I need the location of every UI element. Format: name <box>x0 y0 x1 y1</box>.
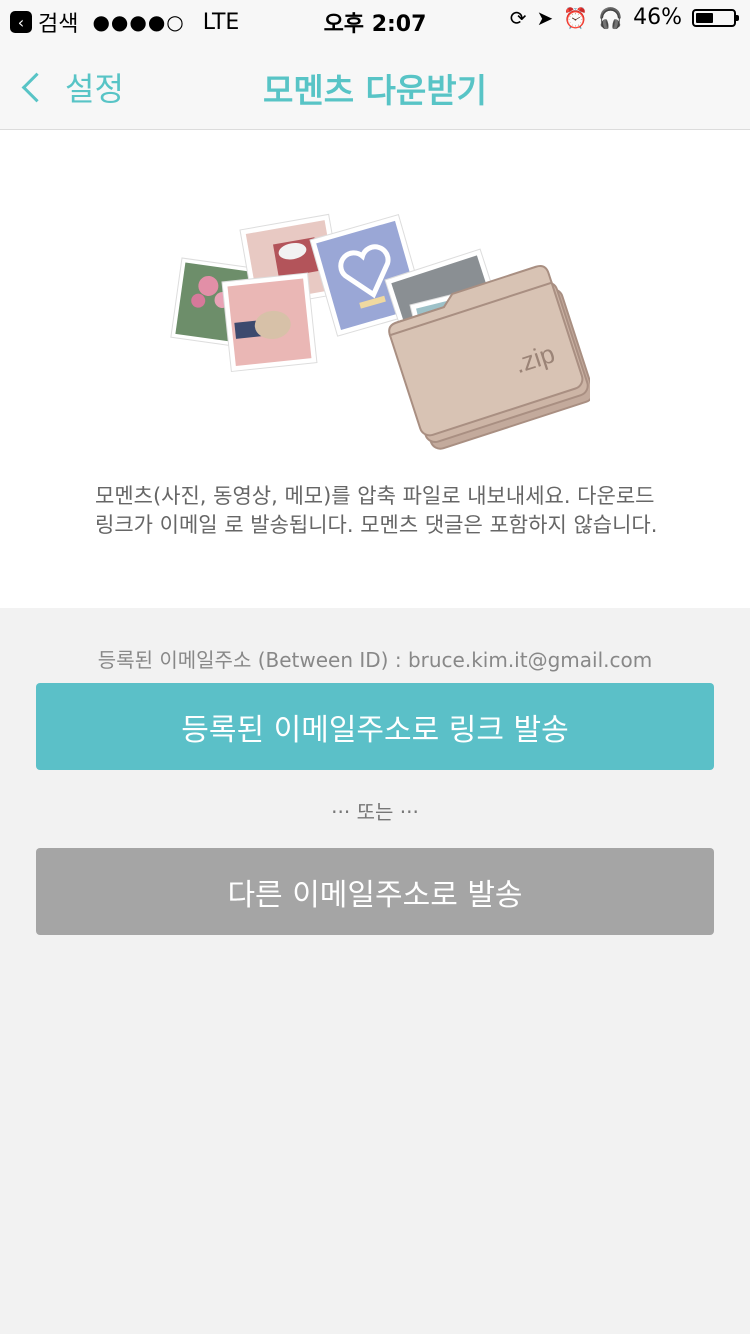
or-divider: ··· 또는 ··· <box>331 800 419 824</box>
export-description: 모멘츠(사진, 동영상, 메모)를 압축 파일로 내보내세요. 다운로드 링크가… <box>95 484 658 537</box>
status-bar: ‹ 검색 ●●●●○ LTE 오후 2:07 ⟳ ➤ ⏰ 🎧 46% <box>0 0 750 40</box>
battery-icon <box>692 8 739 27</box>
registered-email-label: 등록된 이메일주소 (Between ID) : <box>97 648 402 672</box>
registered-email-line: 등록된 이메일주소 (Between ID) : bruce.kim.it@gm… <box>0 644 750 673</box>
send-to-other-email-button[interactable]: 다른 이메일주소로 발송 <box>36 848 714 935</box>
send-to-registered-email-button[interactable]: 등록된 이메일주소로 링크 발송 <box>36 683 714 770</box>
status-right: ⟳ ➤ ⏰ 🎧 46% <box>509 5 739 30</box>
alarm-icon: ⏰ <box>563 5 589 30</box>
registered-email-address: bruce.kim.it@gmail.com <box>407 648 653 672</box>
navigation-bar: 설정 모멘츠 다운받기 <box>0 40 750 130</box>
battery-percent: 46% <box>633 5 682 30</box>
content-card: .zip 모멘츠(사진, 동영상, 메모)를 압축 파일로 내보내세요. 다운로… <box>0 130 750 608</box>
rotation-lock-icon: ⟳ <box>509 5 527 30</box>
location-icon: ➤ <box>536 5 554 30</box>
headphones-icon: 🎧 <box>598 5 624 30</box>
page-title: 모멘츠 다운받기 <box>262 71 487 110</box>
